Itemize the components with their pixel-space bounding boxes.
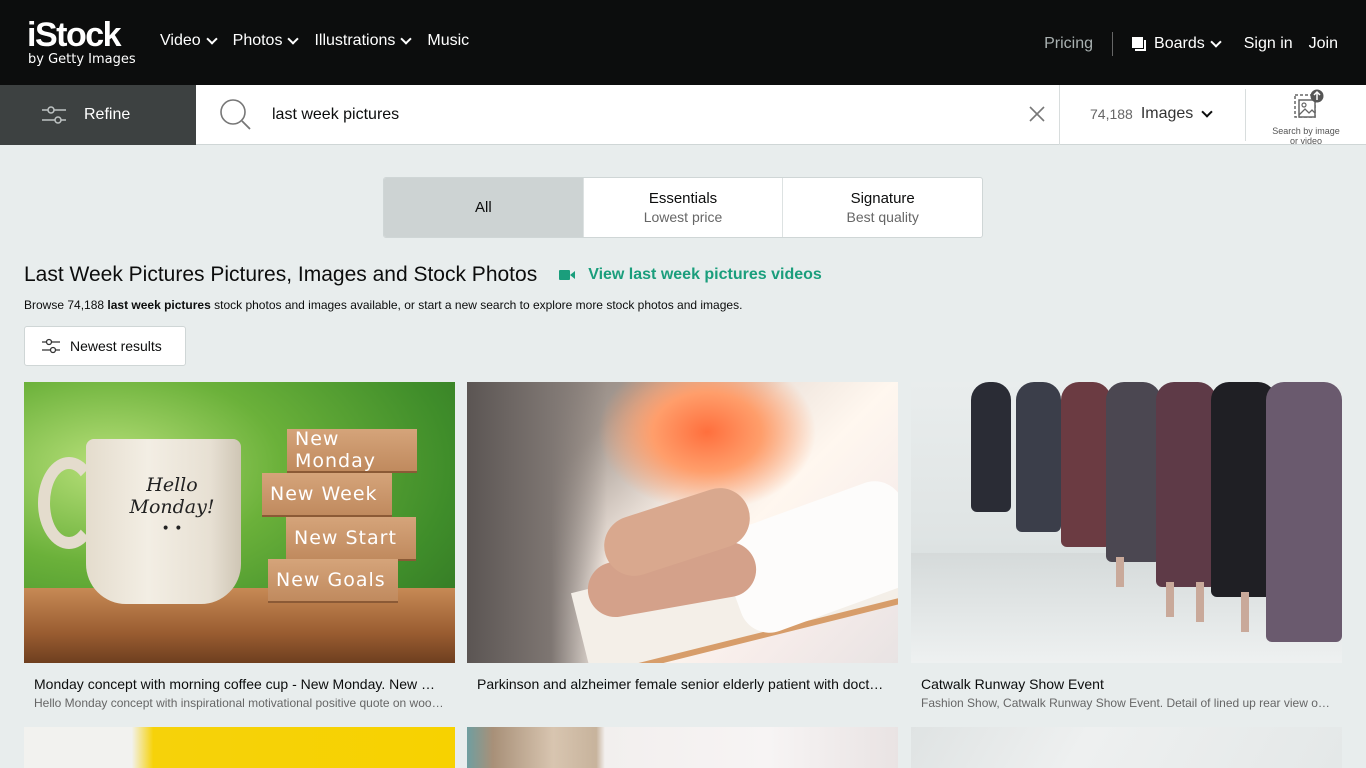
top-navigation: iStock by Getty Images Video Photos Illu…	[0, 0, 1366, 85]
result-image[interactable]: Hello Monday! • • New Monday New Week Ne…	[24, 382, 455, 663]
image-leg	[1116, 557, 1124, 587]
nav-photos[interactable]: Photos	[232, 32, 300, 50]
search-input[interactable]	[272, 101, 992, 129]
browse-suffix: stock photos and images available, or st…	[210, 298, 743, 312]
result-card	[911, 727, 1342, 768]
result-card: Catwalk Runway Show Event Fashion Show, …	[911, 382, 1342, 710]
tab-essentials-subtitle: Lowest price	[643, 209, 723, 225]
tab-signature-subtitle: Best quality	[846, 209, 919, 225]
result-image[interactable]	[24, 727, 455, 768]
chevron-down-icon	[1210, 35, 1222, 48]
image-block: New Goals	[268, 559, 398, 601]
search-by-image-button[interactable]: Search by image or video	[1262, 89, 1350, 146]
refine-button[interactable]: Refine	[0, 85, 196, 145]
result-card	[24, 727, 455, 768]
nav-video[interactable]: Video	[160, 32, 218, 50]
image-leg	[1166, 582, 1174, 617]
page-title: Last Week Pictures Pictures, Images and …	[24, 263, 538, 286]
tab-all-title: All	[475, 199, 492, 216]
result-image[interactable]	[911, 382, 1342, 663]
nav-video-label: Video	[160, 32, 201, 49]
sort-button[interactable]: Newest results	[24, 326, 186, 366]
nav-music[interactable]: Music	[427, 32, 469, 50]
result-title[interactable]: Parkinson and alzheimer female senior el…	[467, 676, 898, 692]
media-type-label: Images	[1140, 105, 1194, 122]
image-leg	[1241, 592, 1249, 632]
nav-divider	[1112, 32, 1114, 56]
mug-smiley: • •	[161, 521, 183, 537]
sliders-icon	[42, 106, 66, 124]
image-mug-text: Hello Monday! • •	[122, 474, 222, 540]
result-title[interactable]: Catwalk Runway Show Event	[911, 676, 1342, 692]
result-image[interactable]	[467, 382, 898, 663]
browse-description: Browse 74,188 last week pictures stock p…	[24, 298, 742, 312]
tab-essentials-title: Essentials	[648, 190, 718, 207]
search-divider	[1245, 89, 1246, 141]
nav-illustrations-label: Illustrations	[314, 32, 396, 49]
search-bar: Refine 74,188 Images Search by image or …	[0, 85, 1366, 146]
nav-photos-label: Photos	[232, 32, 283, 49]
search-divider	[1059, 85, 1060, 145]
boards-menu[interactable]: Boards	[1132, 35, 1222, 53]
collection-tabs: All Essentials Lowest price Signature Be…	[383, 177, 983, 238]
logo-wordmark: iStock	[27, 16, 122, 54]
media-type-select[interactable]: 74,188 Images	[1090, 105, 1213, 123]
result-description: Hello Monday concept with inspirational …	[34, 696, 455, 710]
image-model	[1016, 382, 1061, 532]
mug-line-1: Hello	[146, 474, 198, 496]
view-videos-link[interactable]: View last week pictures videos	[559, 266, 822, 284]
browse-prefix: Browse 74,188	[24, 298, 108, 312]
pricing-link[interactable]: Pricing	[1044, 35, 1093, 53]
tab-all[interactable]: All	[384, 178, 584, 237]
results-heading: Last Week Pictures Pictures, Images and …	[24, 263, 822, 287]
tab-essentials[interactable]: Essentials Lowest price	[584, 178, 784, 237]
sort-label: Newest results	[70, 338, 162, 354]
join-link[interactable]: Join	[1309, 35, 1338, 53]
boards-icon	[1132, 37, 1147, 51]
sign-in-link[interactable]: Sign in	[1244, 35, 1293, 53]
image-leg	[1196, 582, 1204, 622]
image-model	[1106, 382, 1161, 562]
istock-logo[interactable]: iStock by Getty Images	[27, 17, 139, 69]
image-model	[1156, 382, 1216, 587]
refine-label: Refine	[84, 106, 131, 123]
sort-sliders-icon	[42, 338, 60, 354]
chevron-down-icon	[287, 32, 300, 45]
boards-label: Boards	[1154, 35, 1205, 52]
image-block: New Week	[262, 473, 392, 515]
image-model	[1061, 382, 1111, 547]
nav-illustrations[interactable]: Illustrations	[314, 32, 413, 50]
chevron-down-icon	[1201, 105, 1213, 118]
browse-term: last week pictures	[107, 298, 211, 312]
image-block: New Monday	[287, 428, 417, 472]
result-card	[467, 727, 898, 768]
chevron-down-icon	[205, 32, 218, 45]
result-card: Hello Monday! • • New Monday New Week Ne…	[24, 382, 455, 710]
result-description: Fashion Show, Catwalk Runway Show Event.…	[921, 696, 1342, 710]
clear-search-icon[interactable]	[1028, 105, 1046, 123]
result-title[interactable]: Monday concept with morning coffee cup -…	[24, 676, 455, 692]
nav-music-label: Music	[427, 32, 470, 49]
image-model	[971, 382, 1011, 512]
logo-subtitle: by Getty Images	[28, 52, 136, 67]
search-by-image-label: Search by image	[1272, 126, 1340, 136]
result-image[interactable]	[467, 727, 898, 768]
mug-line-2: Monday!	[129, 496, 215, 518]
result-count: 74,188	[1090, 106, 1133, 122]
result-card: Parkinson and alzheimer female senior el…	[467, 382, 898, 696]
chevron-down-icon	[400, 32, 413, 45]
tab-signature[interactable]: Signature Best quality	[783, 178, 982, 237]
search-by-image-label-2: or video	[1289, 136, 1323, 146]
account-nav: Pricing Boards Sign in Join	[1044, 32, 1338, 56]
view-videos-label: View last week pictures videos	[588, 266, 822, 283]
result-image[interactable]	[911, 727, 1342, 768]
tab-signature-title: Signature	[850, 190, 915, 207]
image-block: New Start	[286, 517, 416, 559]
main-nav: Video Photos Illustrations Music	[160, 32, 486, 50]
video-camera-icon	[559, 270, 576, 280]
image-upload-icon	[1294, 89, 1324, 118]
image-model	[1266, 382, 1342, 642]
search-icon	[220, 99, 251, 130]
